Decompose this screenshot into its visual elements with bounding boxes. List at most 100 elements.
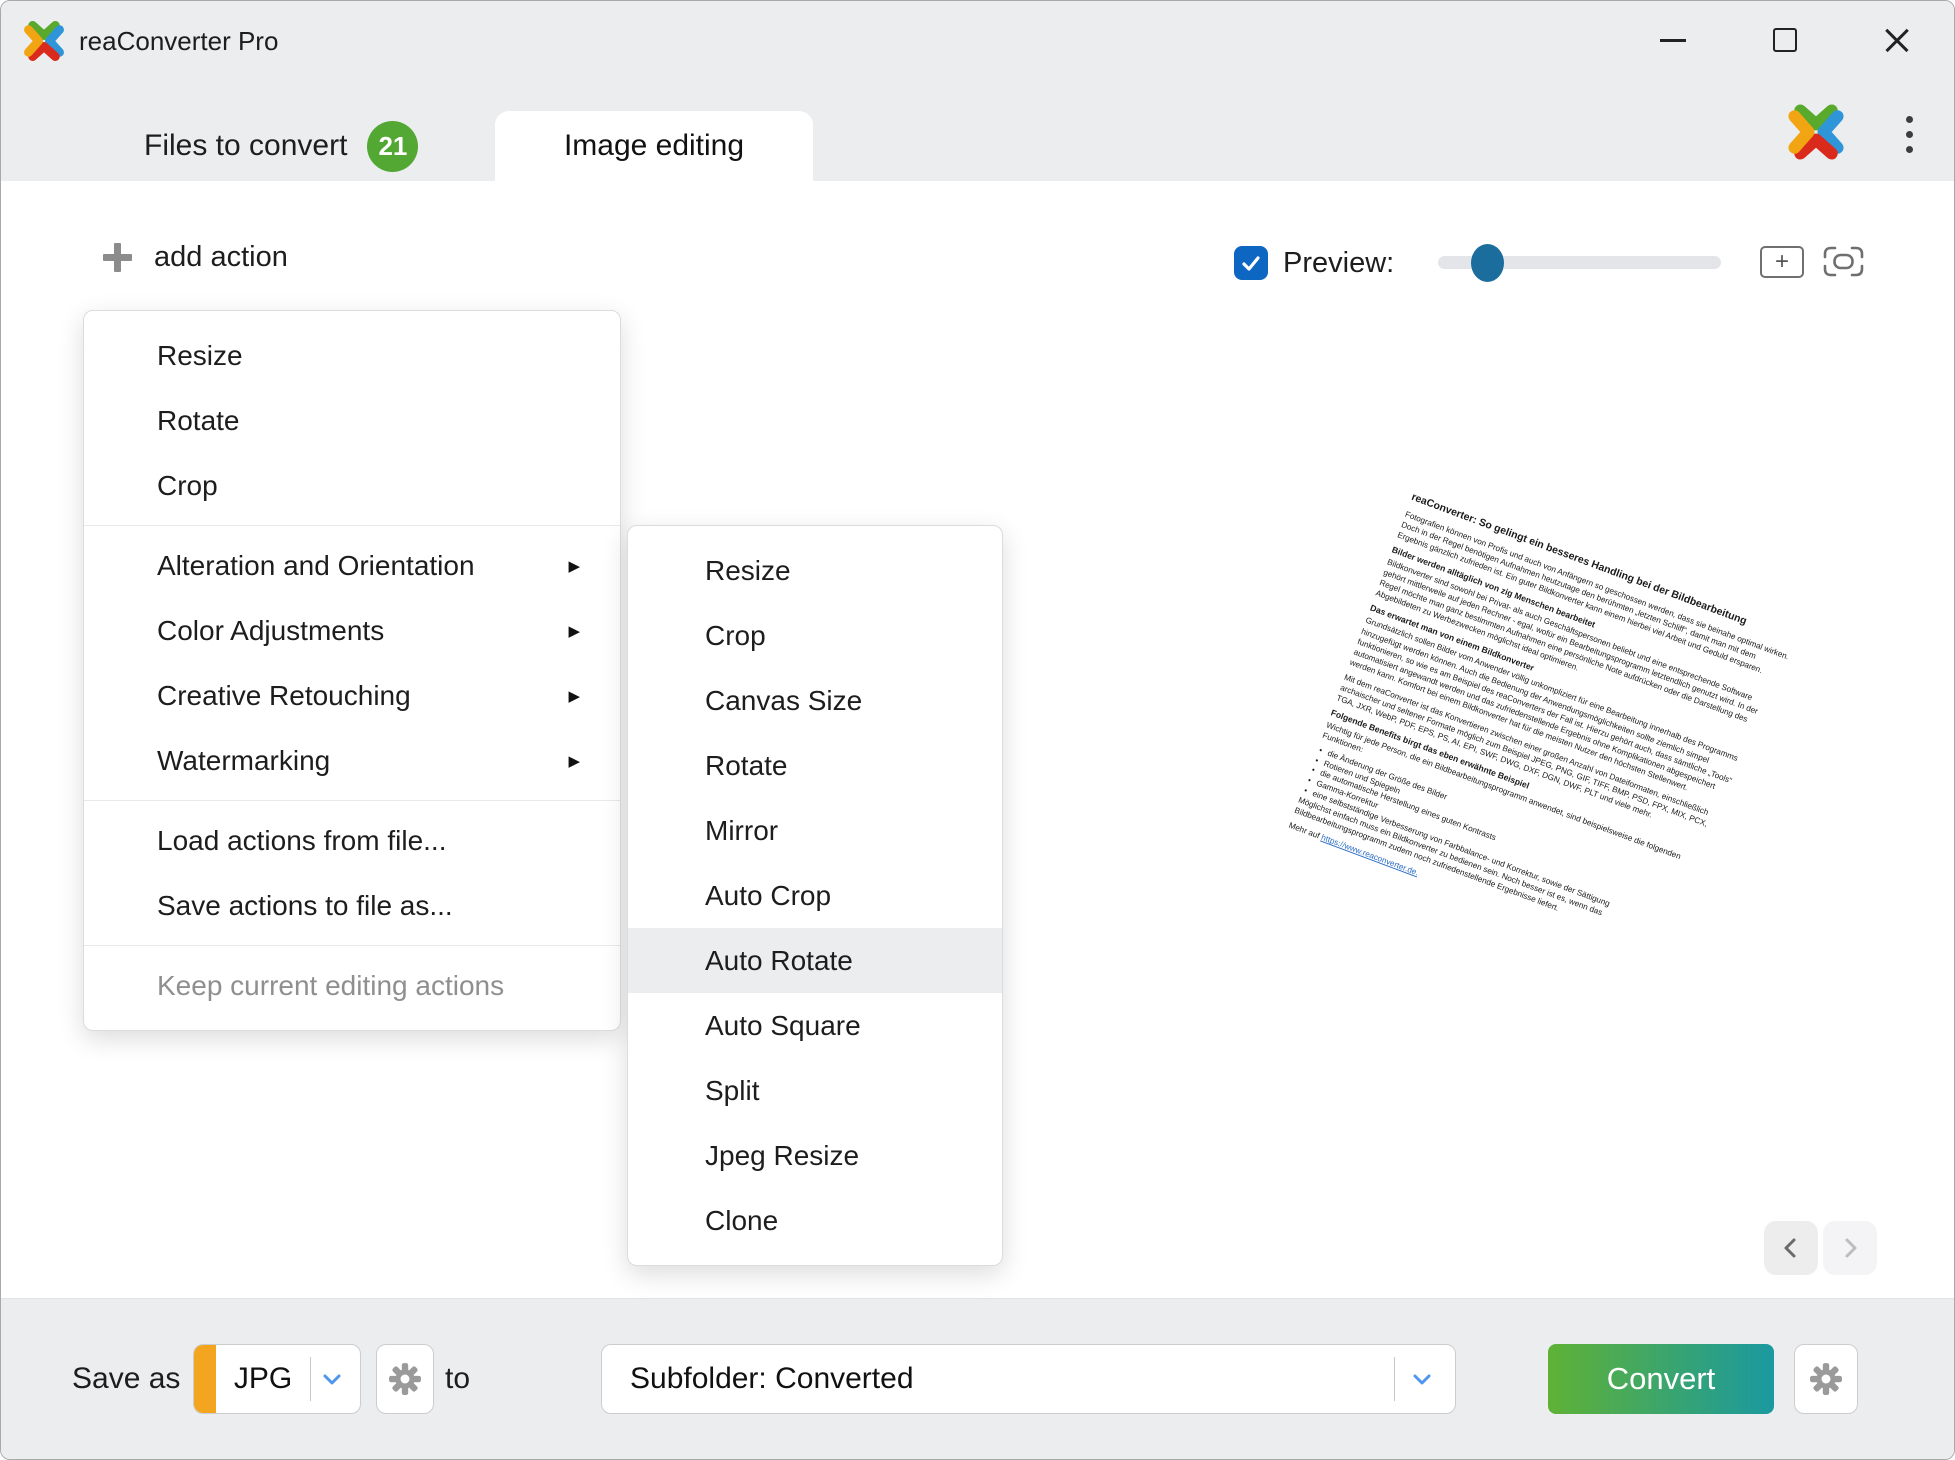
menu-item-label: Color Adjustments [157, 615, 384, 647]
submenu-item[interactable]: Auto Crop [628, 863, 1002, 928]
submenu-item-label: Auto Rotate [705, 945, 853, 977]
header: reaConverter Pro Files to convert 21 Ima… [1, 1, 1954, 181]
submenu-item-label: Crop [705, 620, 766, 652]
submenu-item[interactable]: Jpeg Resize [628, 1123, 1002, 1188]
submenu-item[interactable]: Auto Rotate [628, 928, 1002, 993]
divider [310, 1357, 311, 1401]
output-format-value: JPG [216, 1345, 310, 1413]
close-icon [1881, 24, 1913, 56]
gear-icon [1809, 1362, 1843, 1396]
fullscreen-icon [1821, 243, 1866, 280]
convert-button-label: Convert [1607, 1361, 1716, 1397]
minimize-button[interactable] [1646, 13, 1700, 67]
check-icon [1239, 251, 1263, 275]
chevron-right-icon: ▶ [568, 557, 580, 575]
submenu-item-label: Split [705, 1075, 759, 1107]
tab-files-to-convert[interactable]: Files to convert 21 [144, 111, 418, 181]
menu-item-label: Save actions to file as... [157, 890, 453, 922]
chevron-right-icon: ▶ [568, 687, 580, 705]
menu-item[interactable]: Save actions to file as... [84, 873, 620, 938]
menu-item-label: Watermarking [157, 745, 330, 777]
menu-item[interactable]: Rotate [84, 388, 620, 453]
kebab-dot-icon [1906, 146, 1913, 153]
menu-item[interactable] [84, 945, 620, 946]
chevron-down-icon [322, 1372, 342, 1388]
menu-item[interactable] [84, 800, 620, 801]
previous-image-button[interactable] [1764, 1221, 1818, 1275]
menu-item[interactable]: Alteration and Orientation ▶ [84, 533, 620, 598]
menu-item[interactable] [84, 525, 620, 526]
submenu-item[interactable]: Clone [628, 1188, 1002, 1253]
menu-item[interactable]: Creative Retouching ▶ [84, 663, 620, 728]
chevron-left-icon [1780, 1237, 1802, 1259]
menu-item-label: Load actions from file... [157, 825, 446, 857]
minimize-icon [1660, 39, 1686, 42]
submenu-item[interactable]: Split [628, 1058, 1002, 1123]
submenu-item[interactable]: Canvas Size [628, 668, 1002, 733]
tab-image-editing[interactable]: Image editing [495, 111, 813, 181]
add-action-button[interactable]: add action [103, 241, 288, 274]
menu-item-label: Creative Retouching [157, 680, 411, 712]
submenu-item[interactable]: Mirror [628, 798, 1002, 863]
preview-checkbox[interactable] [1234, 246, 1268, 280]
maximize-button[interactable] [1758, 13, 1812, 67]
menu-item[interactable]: Color Adjustments ▶ [84, 598, 620, 663]
menu-item[interactable]: Crop [84, 453, 620, 518]
footer-bar: Save as JPG to [1, 1298, 1954, 1460]
menu-item-label: Keep current editing actions [157, 970, 504, 1002]
app-logo-icon [23, 20, 65, 62]
plus-icon: + [1775, 248, 1789, 276]
submenu-item[interactable]: Resize [628, 538, 1002, 603]
tab-label: Image editing [564, 129, 744, 163]
format-settings-button[interactable] [376, 1344, 434, 1414]
gear-icon [388, 1362, 422, 1396]
chevron-right-icon: ▶ [568, 622, 580, 640]
alteration-submenu: Resize Crop Canvas Size Rotate Mirror Au… [627, 525, 1003, 1266]
submenu-item-label: Jpeg Resize [705, 1140, 859, 1172]
preview-label: Preview: [1283, 247, 1394, 280]
submenu-item[interactable]: Auto Square [628, 993, 1002, 1058]
menu-item[interactable]: Load actions from file... [84, 808, 620, 873]
submenu-item-label: Resize [705, 555, 791, 587]
submenu-item-label: Auto Crop [705, 880, 831, 912]
menu-item[interactable]: Watermarking ▶ [84, 728, 620, 793]
submenu-item-label: Mirror [705, 815, 778, 847]
submenu-item[interactable]: Crop [628, 603, 1002, 668]
add-action-label: add action [154, 241, 288, 274]
submenu-item-label: Canvas Size [705, 685, 862, 717]
save-as-label: Save as [72, 1362, 180, 1396]
destination-select[interactable]: Subfolder: Converted [601, 1344, 1456, 1414]
destination-value: Subfolder: Converted [630, 1345, 914, 1413]
menu-item-label: Crop [157, 470, 218, 502]
preview-document: reaConverter: So gelingt ein besseres Ha… [1285, 491, 1800, 980]
menu-item: Keep current editing actions [84, 953, 620, 1018]
tab-label: Files to convert [144, 129, 347, 163]
fullscreen-button[interactable] [1821, 243, 1866, 280]
add-action-menu: Resize Rotate Crop Alteration and Orient… [83, 310, 621, 1031]
output-format-select[interactable]: JPG [193, 1344, 361, 1414]
plus-icon [103, 243, 132, 272]
convert-button[interactable]: Convert [1548, 1344, 1774, 1414]
divider [1394, 1357, 1395, 1401]
app-logo-large-icon [1787, 103, 1845, 161]
format-accent-strip [194, 1345, 216, 1413]
maximize-icon [1773, 28, 1797, 52]
kebab-dot-icon [1906, 131, 1913, 138]
submenu-item-label: Rotate [705, 750, 788, 782]
submenu-item-label: Auto Square [705, 1010, 861, 1042]
zoom-in-button[interactable]: + [1760, 246, 1804, 278]
next-image-button[interactable] [1823, 1221, 1877, 1275]
preview-zoom-slider-thumb[interactable] [1471, 244, 1504, 282]
to-label: to [445, 1362, 470, 1396]
submenu-item[interactable]: Rotate [628, 733, 1002, 798]
window-title: reaConverter Pro [79, 26, 278, 57]
close-button[interactable] [1870, 13, 1924, 67]
more-options-button[interactable] [1889, 111, 1929, 157]
app-window: reaConverter Pro Files to convert 21 Ima… [0, 0, 1955, 1460]
file-count-badge: 21 [367, 121, 418, 172]
submenu-item-label: Clone [705, 1205, 778, 1237]
menu-item[interactable]: Resize [84, 323, 620, 388]
convert-settings-button[interactable] [1794, 1344, 1858, 1414]
chevron-down-icon [1412, 1372, 1432, 1388]
kebab-dot-icon [1906, 116, 1913, 123]
